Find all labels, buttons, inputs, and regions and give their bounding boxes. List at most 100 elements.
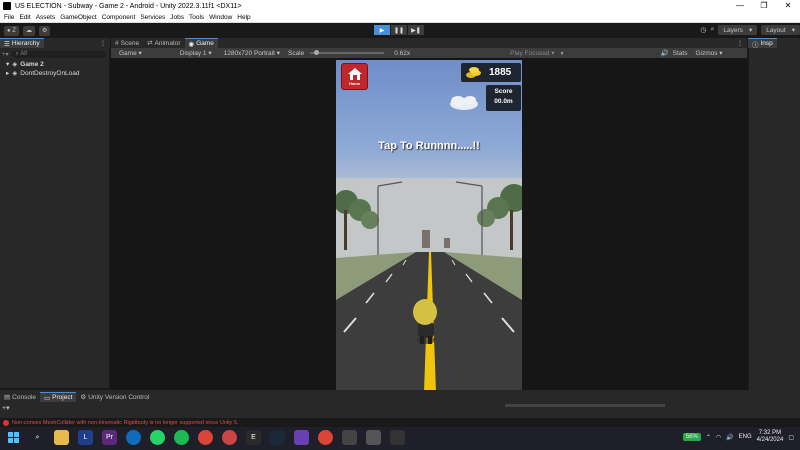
- game-mode-dropdown[interactable]: Game ▾: [115, 49, 142, 57]
- unity-app-icon: [3, 2, 11, 10]
- game-viewport[interactable]: Home 1885 Score 00.0m Tap To Runnnn.....…: [336, 60, 522, 392]
- cloud-button[interactable]: ☁: [22, 25, 35, 36]
- tab-hierarchy[interactable]: ☰ Hierarchy: [0, 38, 44, 48]
- expand-arrow-icon[interactable]: ▾: [6, 60, 9, 68]
- account-label: Z: [12, 27, 16, 34]
- spotify-icon[interactable]: [174, 430, 189, 445]
- scale-slider-handle[interactable]: [314, 50, 320, 55]
- language-indicator[interactable]: ENG: [739, 434, 752, 440]
- hierarchy-item-dontdestroy[interactable]: ▸ ◈ DontDestroyOnLoad: [6, 69, 80, 78]
- score-value: 00.0m: [494, 98, 513, 105]
- scale-slider[interactable]: [310, 50, 385, 55]
- whatsapp-icon[interactable]: [150, 430, 165, 445]
- stats-button[interactable]: Stats: [673, 50, 688, 57]
- search-icon[interactable]: ⌕: [30, 430, 45, 445]
- hierarchy-item-game2[interactable]: ▾ ◈ Game 2: [6, 60, 44, 69]
- chevron-down-icon: ▾: [791, 27, 795, 34]
- step-button[interactable]: ▶❚: [408, 25, 424, 35]
- resolution-dropdown[interactable]: 1280x720 Portrait ▾: [220, 49, 280, 57]
- steam-icon[interactable]: [270, 430, 285, 445]
- more-options-icon[interactable]: ⋮: [737, 40, 743, 47]
- animator-icon: ⇄: [147, 40, 153, 47]
- expand-arrow-icon[interactable]: ▸: [6, 69, 9, 77]
- recorder-icon[interactable]: [390, 430, 405, 445]
- tab-inspector-label: Insp: [760, 40, 773, 47]
- close-button[interactable]: ✕: [776, 0, 800, 12]
- menu-assets[interactable]: Assets: [36, 14, 56, 21]
- tab-scene[interactable]: # Scene: [111, 38, 143, 48]
- settings-button[interactable]: ⚙: [38, 25, 51, 36]
- home-button[interactable]: Home: [341, 63, 368, 90]
- menu-jobs[interactable]: Jobs: [170, 14, 184, 21]
- clock-date: 4/24/2024: [756, 437, 784, 443]
- tab-project-label: Project: [52, 394, 73, 401]
- layout-dropdown[interactable]: Layout ▾: [761, 25, 800, 35]
- app-l-icon[interactable]: L: [78, 430, 93, 445]
- battery-value: 56%: [685, 434, 698, 440]
- minimize-button[interactable]: —: [728, 0, 752, 12]
- add-icon[interactable]: +▾: [2, 51, 9, 58]
- tab-project[interactable]: ▭ Project: [40, 392, 77, 402]
- play-focused-dropdown[interactable]: Play Focused ▾: [506, 49, 554, 57]
- menu-gameobject[interactable]: GameObject: [60, 14, 97, 21]
- tab-animator-label: Animator: [154, 39, 181, 47]
- play-button[interactable]: ▶: [374, 25, 390, 35]
- epic-games-icon[interactable]: E: [246, 430, 261, 445]
- hierarchy-search-input[interactable]: ⌕ All: [11, 50, 106, 58]
- more-options-icon[interactable]: ⋮: [100, 40, 106, 47]
- wifi-icon[interactable]: ◠: [716, 434, 721, 441]
- premiere-icon[interactable]: Pr: [102, 430, 117, 445]
- windows-start-icon[interactable]: [6, 430, 21, 445]
- menu-tools[interactable]: Tools: [189, 14, 204, 21]
- maximize-button[interactable]: ❐: [752, 0, 776, 12]
- battery-indicator[interactable]: 56%: [682, 433, 701, 441]
- error-icon: [3, 419, 9, 426]
- tab-inspector[interactable]: ⓘ Insp: [748, 38, 777, 49]
- tab-vcs-label: Unity Version Control: [88, 393, 150, 401]
- layers-label: Layers: [723, 26, 743, 34]
- status-bar[interactable]: Non-convex MeshCollider with non-kinemat…: [0, 418, 800, 427]
- display-label: Display 1: [179, 50, 207, 57]
- file-explorer-icon[interactable]: [54, 430, 69, 445]
- window-titlebar: US ELECTION - Subway - Game 2 - Android …: [0, 0, 800, 12]
- edge-icon[interactable]: [126, 430, 141, 445]
- add-asset-button[interactable]: +▾: [2, 404, 10, 412]
- speaker-icon[interactable]: 🔊: [661, 49, 669, 57]
- volume-icon[interactable]: 🔊: [726, 434, 733, 441]
- info-icon: ⓘ: [752, 41, 759, 49]
- tab-game-label: Game: [196, 40, 214, 47]
- chevron-up-icon[interactable]: ⌃: [706, 434, 711, 441]
- unity-hub-icon[interactable]: [342, 430, 357, 445]
- account-dropdown[interactable]: ● Z: [4, 25, 19, 36]
- chrome-icon[interactable]: [198, 430, 213, 445]
- menu-services[interactable]: Services: [140, 14, 165, 21]
- pause-button[interactable]: ❚❚: [391, 25, 407, 35]
- folder-icon: ▭: [44, 394, 51, 402]
- menu-file[interactable]: File: [4, 14, 14, 21]
- gizmos-dropdown[interactable]: Gizmos ▾: [691, 49, 722, 57]
- house-icon: [347, 67, 362, 80]
- asset-size-slider[interactable]: [505, 404, 665, 407]
- display-dropdown[interactable]: Display 1 ▾: [176, 49, 212, 57]
- menu-component[interactable]: Component: [102, 14, 136, 21]
- layers-dropdown[interactable]: Layers ▾: [718, 25, 758, 35]
- tab-game[interactable]: ◉ Game: [184, 38, 218, 48]
- inspector-panel: [748, 38, 800, 390]
- unity-editor-icon[interactable]: [366, 430, 381, 445]
- chrome-profile-icon[interactable]: [222, 430, 237, 445]
- search-icon[interactable]: ⌕: [711, 26, 715, 34]
- menu-window[interactable]: Window: [209, 14, 232, 21]
- tab-version-control[interactable]: ⚙ Unity Version Control: [76, 392, 153, 402]
- tab-console[interactable]: ▤ Console: [0, 392, 40, 402]
- chrome-alt-icon[interactable]: [318, 430, 333, 445]
- home-button-label: Home: [348, 80, 361, 86]
- clock-time: 7:32 PM: [758, 430, 782, 436]
- menu-help[interactable]: Help: [237, 14, 250, 21]
- menu-edit[interactable]: Edit: [19, 14, 30, 21]
- audio-mute-icon[interactable]: ◐: [561, 50, 565, 57]
- notification-icon[interactable]: ▢: [788, 434, 794, 441]
- clock[interactable]: 7:32 PM 4/24/2024: [757, 430, 784, 444]
- history-icon[interactable]: ◷: [700, 26, 706, 34]
- tab-animator[interactable]: ⇄ Animator: [143, 38, 184, 48]
- visual-studio-icon[interactable]: [294, 430, 309, 445]
